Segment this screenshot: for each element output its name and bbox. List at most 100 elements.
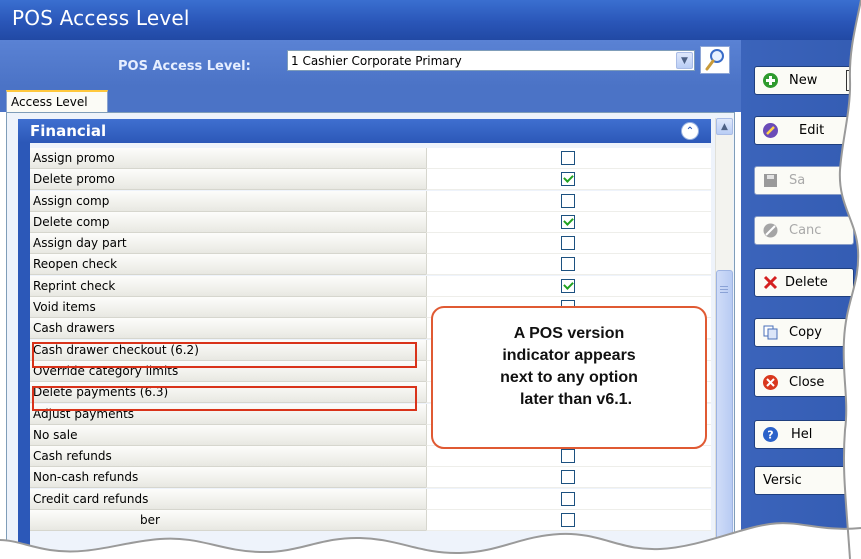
magnifier-icon bbox=[705, 49, 724, 71]
save-button[interactable]: Sa bbox=[754, 166, 854, 195]
pos-access-level-window: POS Access Level POS Access Level: 1 Cas… bbox=[0, 0, 861, 559]
option-row: Cash refunds bbox=[30, 446, 711, 468]
scrollbar-grip bbox=[720, 286, 728, 287]
option-label: Non-cash refunds bbox=[30, 467, 426, 489]
new-button-label: New bbox=[789, 73, 818, 88]
level-selector-header: POS Access Level: 1 Cashier Corporate Pr… bbox=[0, 40, 741, 86]
copy-button-label: Copy bbox=[789, 325, 822, 340]
option-checkbox[interactable] bbox=[561, 513, 575, 528]
help-question-icon: ? bbox=[762, 426, 779, 443]
option-label: Cash refunds bbox=[30, 446, 426, 468]
cancel-icon bbox=[762, 222, 779, 239]
svg-text:?: ? bbox=[767, 429, 773, 442]
delete-button-label: Delete bbox=[785, 275, 828, 290]
option-row: Assign comp bbox=[30, 190, 711, 212]
close-button[interactable]: Close bbox=[754, 368, 854, 397]
version-highlight-box bbox=[32, 342, 417, 368]
option-row: Credit card refunds bbox=[30, 488, 711, 510]
cancel-button-label: Canc bbox=[789, 223, 822, 238]
option-label: Reopen check bbox=[30, 254, 426, 276]
section-header-financial[interactable]: Financial ⌃ bbox=[18, 119, 711, 143]
option-checkbox[interactable] bbox=[561, 491, 575, 506]
option-checkbox[interactable] bbox=[561, 236, 575, 251]
option-value-cell bbox=[426, 148, 711, 169]
option-label: Credit card refunds bbox=[30, 488, 426, 510]
close-circle-icon bbox=[762, 374, 779, 391]
option-label: Void items bbox=[30, 297, 426, 319]
option-label: Assign promo bbox=[30, 148, 426, 169]
access-level-dropdown-value: 1 Cashier Corporate Primary bbox=[291, 53, 462, 68]
pencil-icon bbox=[762, 122, 779, 139]
option-label: ber bbox=[30, 510, 426, 532]
option-label: Delete comp bbox=[30, 211, 426, 233]
help-button-label: Hel bbox=[791, 427, 813, 442]
option-row: Reopen check bbox=[30, 254, 711, 276]
option-label: Delete promo bbox=[30, 169, 426, 191]
option-row: Delete promo bbox=[30, 169, 711, 191]
option-row: Delete comp bbox=[30, 211, 711, 233]
option-value-cell bbox=[426, 446, 711, 468]
option-checkbox[interactable] bbox=[561, 172, 575, 187]
option-checkbox[interactable] bbox=[561, 214, 575, 229]
option-checkbox[interactable] bbox=[561, 151, 575, 165]
option-value-cell bbox=[426, 169, 711, 191]
option-row: ber bbox=[30, 510, 711, 532]
edit-button[interactable]: Edit bbox=[754, 116, 854, 145]
collapse-icon[interactable]: ⌃ bbox=[681, 122, 699, 140]
delete-x-icon bbox=[762, 274, 779, 291]
action-bar: New ▼ Edit Sa Canc Delete Copy Close ? H… bbox=[741, 40, 861, 559]
option-value-cell bbox=[426, 233, 711, 255]
option-value-cell bbox=[426, 190, 711, 212]
scrollbar-thumb[interactable] bbox=[716, 270, 733, 540]
option-checkbox[interactable] bbox=[561, 449, 575, 464]
option-row: Assign day part bbox=[30, 233, 711, 255]
new-button[interactable]: New ▼ bbox=[754, 66, 861, 95]
copy-button[interactable]: Copy bbox=[754, 318, 854, 347]
scroll-up-icon[interactable]: ▲ bbox=[716, 118, 733, 135]
section-title: Financial bbox=[30, 122, 107, 140]
option-label: No sale bbox=[30, 424, 426, 446]
help-button[interactable]: ? Hel bbox=[754, 420, 854, 449]
new-dropdown-icon[interactable]: ▼ bbox=[846, 70, 861, 91]
save-button-label: Sa bbox=[789, 173, 806, 188]
plus-icon bbox=[762, 72, 779, 89]
title-bar: POS Access Level bbox=[0, 0, 861, 40]
version-indicator-callout: A POS version indicator appears next to … bbox=[431, 306, 707, 449]
version-button-label: Versic bbox=[763, 473, 802, 488]
callout-line: later than v6.1. bbox=[519, 391, 633, 408]
option-row: Reprint check bbox=[30, 275, 711, 297]
option-value-cell bbox=[426, 488, 711, 510]
option-checkbox[interactable] bbox=[561, 193, 575, 208]
cancel-button[interactable]: Canc bbox=[754, 216, 854, 245]
version-button[interactable]: Versic bbox=[754, 466, 854, 495]
delete-button[interactable]: Delete bbox=[754, 268, 854, 297]
close-button-label: Close bbox=[789, 375, 825, 390]
option-row: Assign promo bbox=[30, 148, 711, 169]
version-highlight-box bbox=[32, 386, 417, 411]
callout-line: indicator appears bbox=[502, 347, 636, 364]
option-checkbox[interactable] bbox=[561, 278, 575, 293]
vertical-scrollbar[interactable]: ▲ bbox=[715, 118, 733, 559]
access-level-dropdown[interactable]: 1 Cashier Corporate Primary ▼ bbox=[287, 50, 695, 71]
copy-icon bbox=[762, 324, 779, 341]
search-button[interactable] bbox=[700, 46, 730, 74]
callout-line: next to any option bbox=[500, 369, 638, 386]
option-value-cell bbox=[426, 211, 711, 233]
option-value-cell bbox=[426, 254, 711, 276]
option-value-cell bbox=[426, 467, 711, 489]
callout-line: A POS version bbox=[513, 325, 625, 342]
option-checkbox[interactable] bbox=[561, 470, 575, 485]
option-checkbox[interactable] bbox=[561, 257, 575, 272]
edit-button-label: Edit bbox=[799, 123, 825, 138]
section-left-bar bbox=[18, 143, 30, 559]
option-value-cell bbox=[426, 510, 711, 532]
floppy-disk-icon bbox=[762, 172, 779, 189]
window-title: POS Access Level bbox=[12, 6, 190, 30]
chevron-down-icon[interactable]: ▼ bbox=[676, 52, 693, 69]
option-label: Assign comp bbox=[30, 190, 426, 212]
tab-access-level[interactable]: Access Level bbox=[6, 90, 108, 114]
option-row: Non-cash refunds bbox=[30, 467, 711, 489]
option-label: Assign day part bbox=[30, 233, 426, 255]
option-label: Cash drawers bbox=[30, 318, 426, 340]
option-value-cell bbox=[426, 275, 711, 297]
